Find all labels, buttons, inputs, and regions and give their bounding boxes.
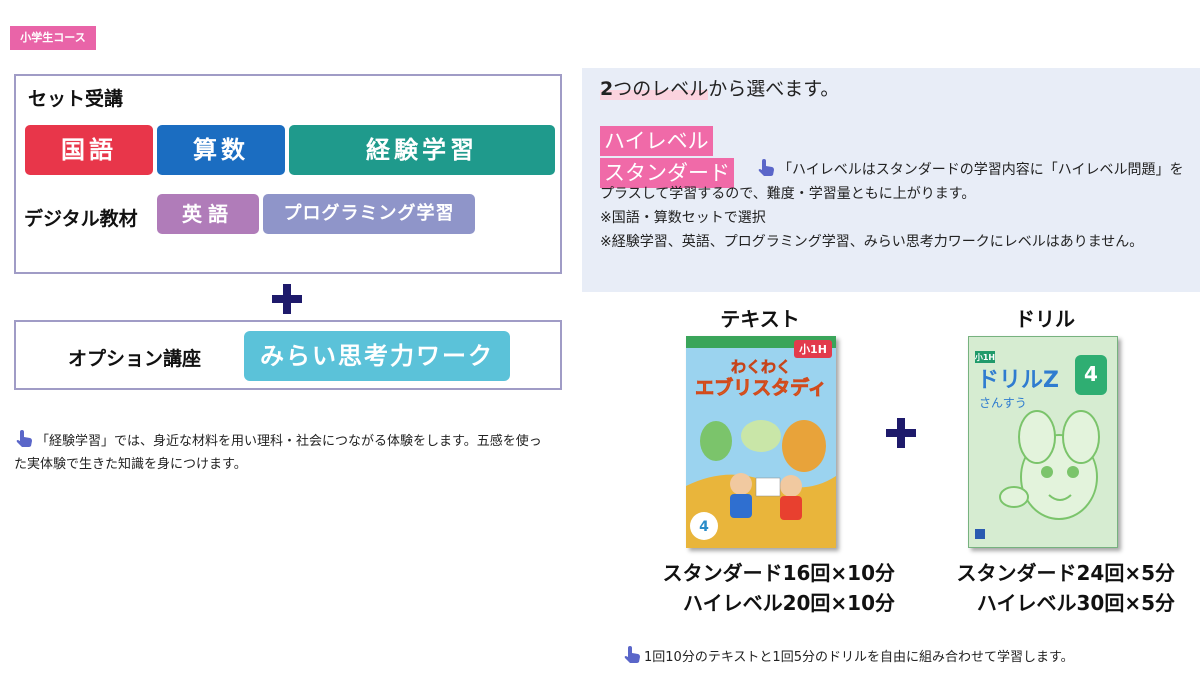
drill-column-title: ドリル [1015,307,1075,331]
subject-eigo-button[interactable]: 英語 [157,194,259,234]
text-book-illustration: 小1H わくわく エブリスタディ 4 [686,336,836,548]
mirai-shikoryoku-button[interactable]: みらい思考力ワーク [244,331,510,381]
level-heading-main: つのレベル [613,78,709,100]
digital-material-label: デジタル教材 [24,208,138,230]
level-description: 「ハイレベルはスタンダードの学習内容に「ハイレベル問題」をプラスして学習するので… [600,158,1192,254]
drill-plan-high: ハイレベル30回×5分 [976,591,1175,615]
level-description-text: 「ハイレベルはスタンダードの学習内容に「ハイレベル問題」をプラスして学習するので… [600,162,1184,202]
plus-icon [272,284,302,314]
text-book-title: エブリスタディ [695,376,827,399]
drill-book-title: ドリルZ [977,368,1059,393]
level-heading: 2つのレベルから選べます。 [600,74,839,101]
drill-book-subject: さんすう [979,396,1027,410]
plus-icon [886,418,916,448]
level-info-panel: 2つのレベルから選べます。 ハイレベル スタンダード 「ハイレベルはスタンダード… [582,68,1200,292]
text-book-month: 4 [699,519,709,535]
combination-note-text: 1回10分のテキストと1回5分のドリルを自由に組み合わせて学習します。 [644,650,1074,665]
drill-plan-standard: スタンダード24回×5分 [956,561,1175,585]
keiken-note-text: 「経験学習」では、身近な材料を用い理科・社会につながる体験をします。五感を使った… [14,434,542,472]
pointing-hand-icon [16,430,32,447]
keiken-note: 「経験学習」では、身近な材料を用い理科・社会につながる体験をします。五感を使った… [14,430,554,476]
subject-programming-button[interactable]: プログラミング学習 [263,194,475,234]
level-heading-tail: から選べます。 [708,78,840,100]
drill-book-cover: 小1H ドリルZ さんすう 4 [968,336,1118,548]
drill-book-illustration: 小1H ドリルZ さんすう 4 [969,337,1117,547]
level-note-1: ※国語・算数セットで選択 [600,210,766,226]
level-note-2: ※経験学習、英語、プログラミング学習、みらい思考力ワークにレベルはありません。 [600,234,1144,250]
set-course-box: セット受講 国語 算数 経験学習 デジタル教材 英語 プログラミング学習 [14,74,562,274]
drill-plan: スタンダード24回×5分 ハイレベル30回×5分 [900,558,1175,618]
combination-note: 1回10分のテキストと1回5分のドリルを自由に組み合わせて学習します。 [622,646,1074,665]
pointing-hand-icon [758,159,774,176]
drill-book-month: 4 [1084,362,1098,386]
drill-book-grade: 小1H [974,352,995,362]
level-heading-number: 2 [600,78,614,100]
option-course-box: オプション講座 みらい思考力ワーク [14,320,562,390]
text-plan-standard: スタンダード16回×10分 [662,561,895,585]
text-book-cover: 小1H わくわく エブリスタディ 4 [686,336,836,548]
subject-keiken-button[interactable]: 経験学習 [289,125,555,175]
subject-sansu-button[interactable]: 算数 [157,125,285,175]
course-badge: 小学生コース [10,26,96,50]
text-plan-high: ハイレベル20回×10分 [682,591,895,615]
text-column-title: テキスト [720,307,800,331]
text-book-grade: 小1H [798,342,827,356]
text-plan: スタンダード16回×10分 ハイレベル20回×10分 [615,558,895,618]
text-book-title-top: わくわく [731,358,791,376]
option-course-label: オプション講座 [68,348,202,370]
subject-kokugo-button[interactable]: 国語 [25,125,153,175]
high-level-tag: ハイレベル [600,126,713,156]
set-course-title: セット受講 [28,88,124,110]
pointing-hand-icon [624,646,640,663]
